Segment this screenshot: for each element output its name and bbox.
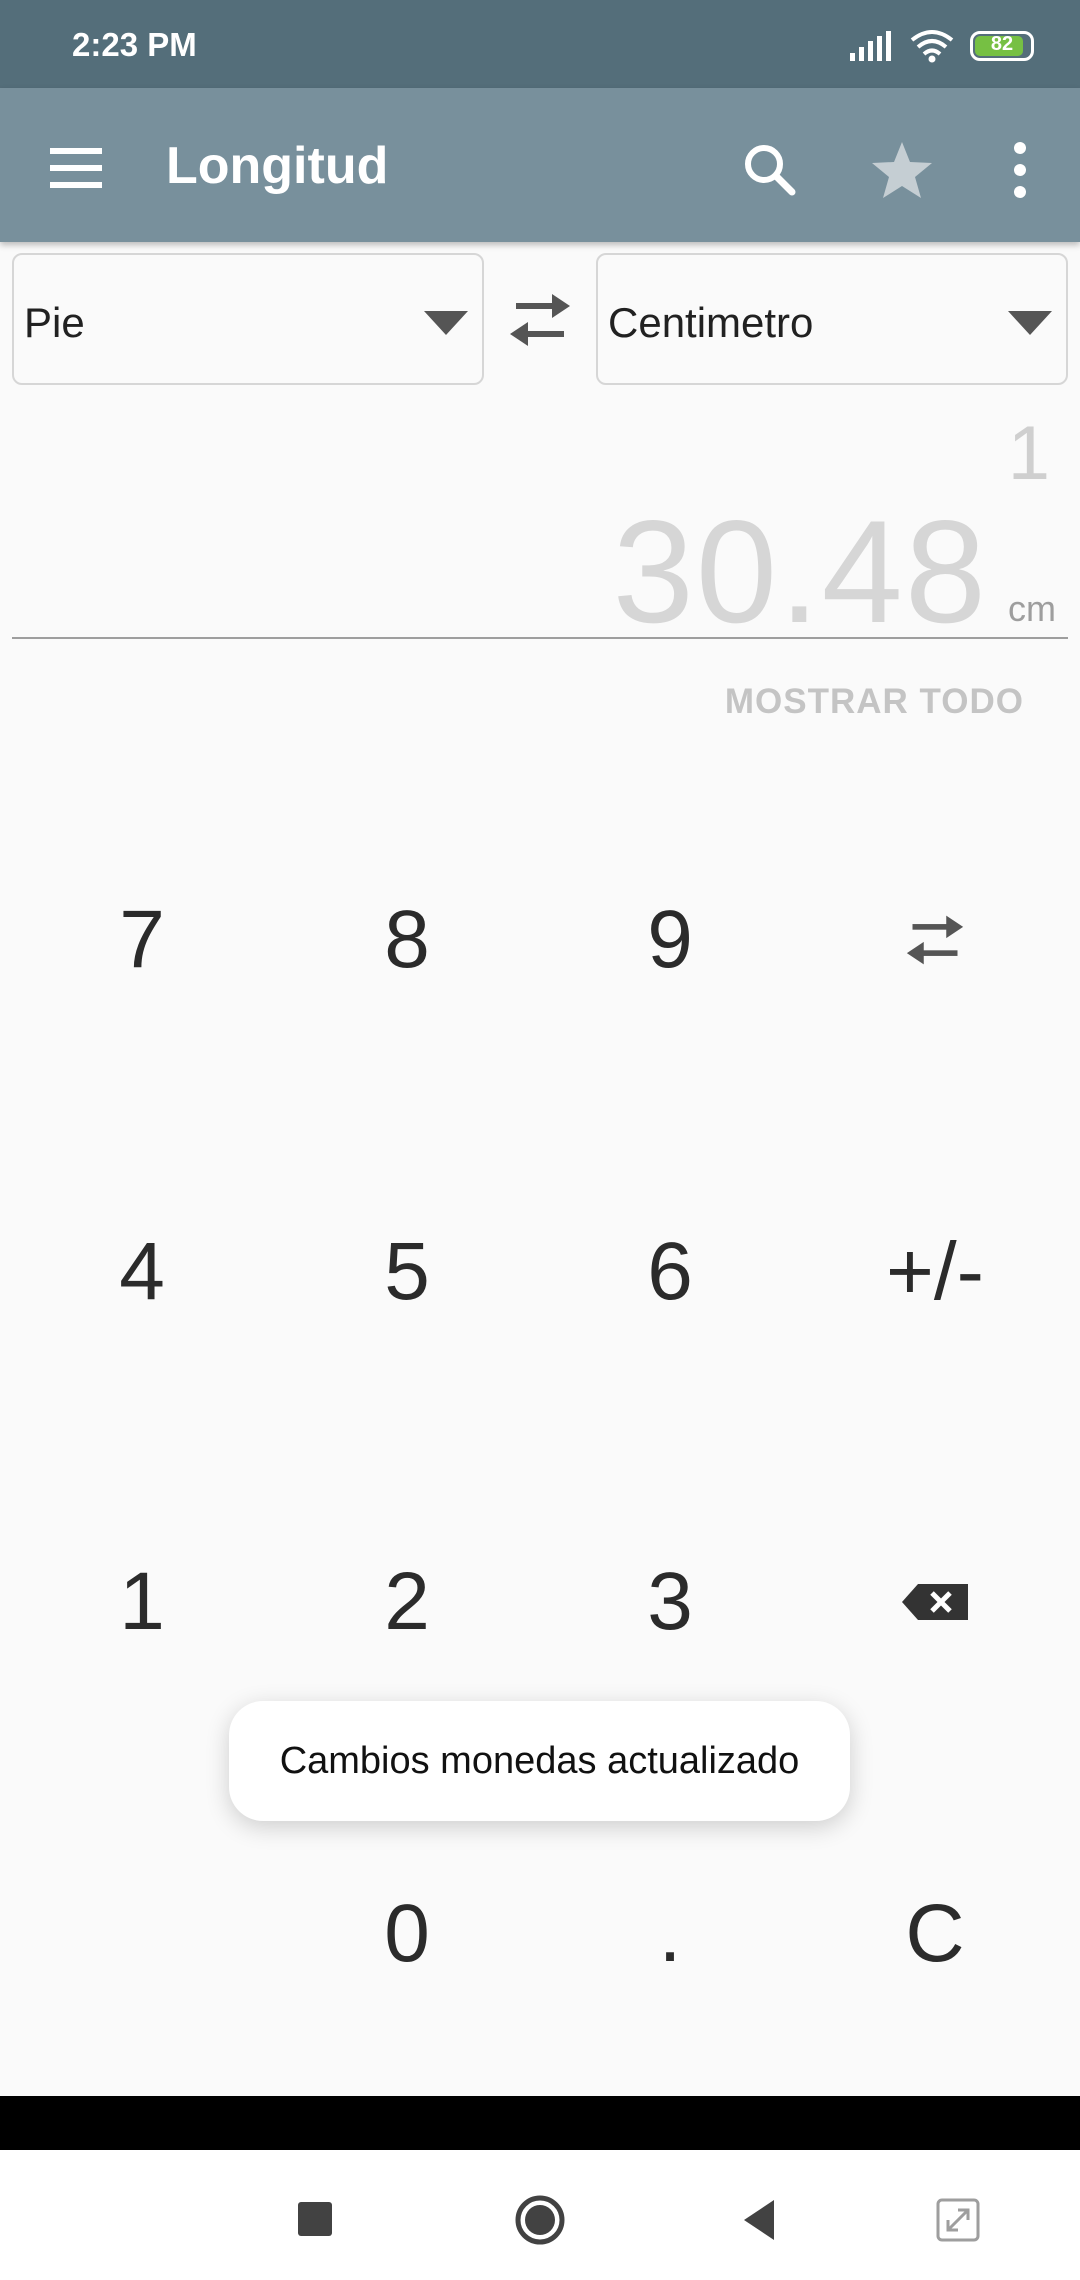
to-unit-dropdown[interactable]: Centimetro <box>596 253 1068 385</box>
swap-key[interactable] <box>835 840 1035 1040</box>
plus-minus-key[interactable]: +/- <box>835 1172 1035 1372</box>
key-9[interactable]: 9 <box>570 840 770 1040</box>
key-4[interactable]: 4 <box>42 1172 242 1372</box>
key-5[interactable]: 5 <box>307 1172 507 1372</box>
recent-apps-icon[interactable] <box>276 2180 356 2260</box>
menu-icon[interactable] <box>40 132 116 208</box>
decimal-key[interactable]: . <box>570 1834 770 2034</box>
backspace-icon <box>902 1584 968 1620</box>
back-icon[interactable] <box>720 2180 800 2260</box>
chevron-down-icon <box>424 311 468 335</box>
app-bar: Longitud <box>0 88 1080 242</box>
status-icons: 82 <box>850 26 1034 66</box>
show-all-button[interactable]: MOSTRAR TODO <box>725 682 1024 722</box>
from-unit-label: Pie <box>24 299 85 346</box>
page-title: Longitud <box>166 137 389 195</box>
star-icon[interactable] <box>862 130 942 210</box>
key-0[interactable]: 0 <box>307 1834 507 2034</box>
battery-icon: 82 <box>970 31 1034 61</box>
chevron-down-icon <box>1008 311 1052 335</box>
from-unit-dropdown[interactable]: Pie <box>12 253 484 385</box>
key-7[interactable]: 7 <box>42 840 242 1040</box>
signal-icon <box>850 31 891 61</box>
bottom-black-bar <box>0 2096 1080 2150</box>
key-8[interactable]: 8 <box>307 840 507 1040</box>
more-options-icon[interactable] <box>990 130 1050 210</box>
result-unit: cm <box>1008 588 1056 629</box>
key-3[interactable]: 3 <box>570 1502 770 1702</box>
status-bar: 2:23 PM 82 <box>0 0 1080 88</box>
key-6[interactable]: 6 <box>570 1172 770 1372</box>
wifi-icon <box>910 30 954 63</box>
battery-level: 82 <box>990 33 1014 55</box>
navigation-bar <box>0 2150 1080 2280</box>
divider <box>12 637 1068 639</box>
clear-key[interactable]: C <box>835 1834 1035 2034</box>
key-2[interactable]: 2 <box>307 1502 507 1702</box>
home-icon[interactable] <box>500 2180 580 2260</box>
key-1[interactable]: 1 <box>42 1502 242 1702</box>
screen-resize-icon[interactable] <box>918 2180 998 2260</box>
status-time: 2:23 PM <box>72 26 197 63</box>
input-value: 1 <box>1007 411 1050 496</box>
to-unit-label: Centimetro <box>608 299 814 346</box>
toast-message: Cambios monedas actualizado <box>229 1701 850 1821</box>
result-value: 30.48 <box>612 490 988 653</box>
swap-units-icon[interactable] <box>500 288 580 352</box>
search-icon[interactable] <box>730 130 810 210</box>
backspace-key[interactable] <box>835 1502 1035 1702</box>
swap-icon <box>906 915 964 965</box>
